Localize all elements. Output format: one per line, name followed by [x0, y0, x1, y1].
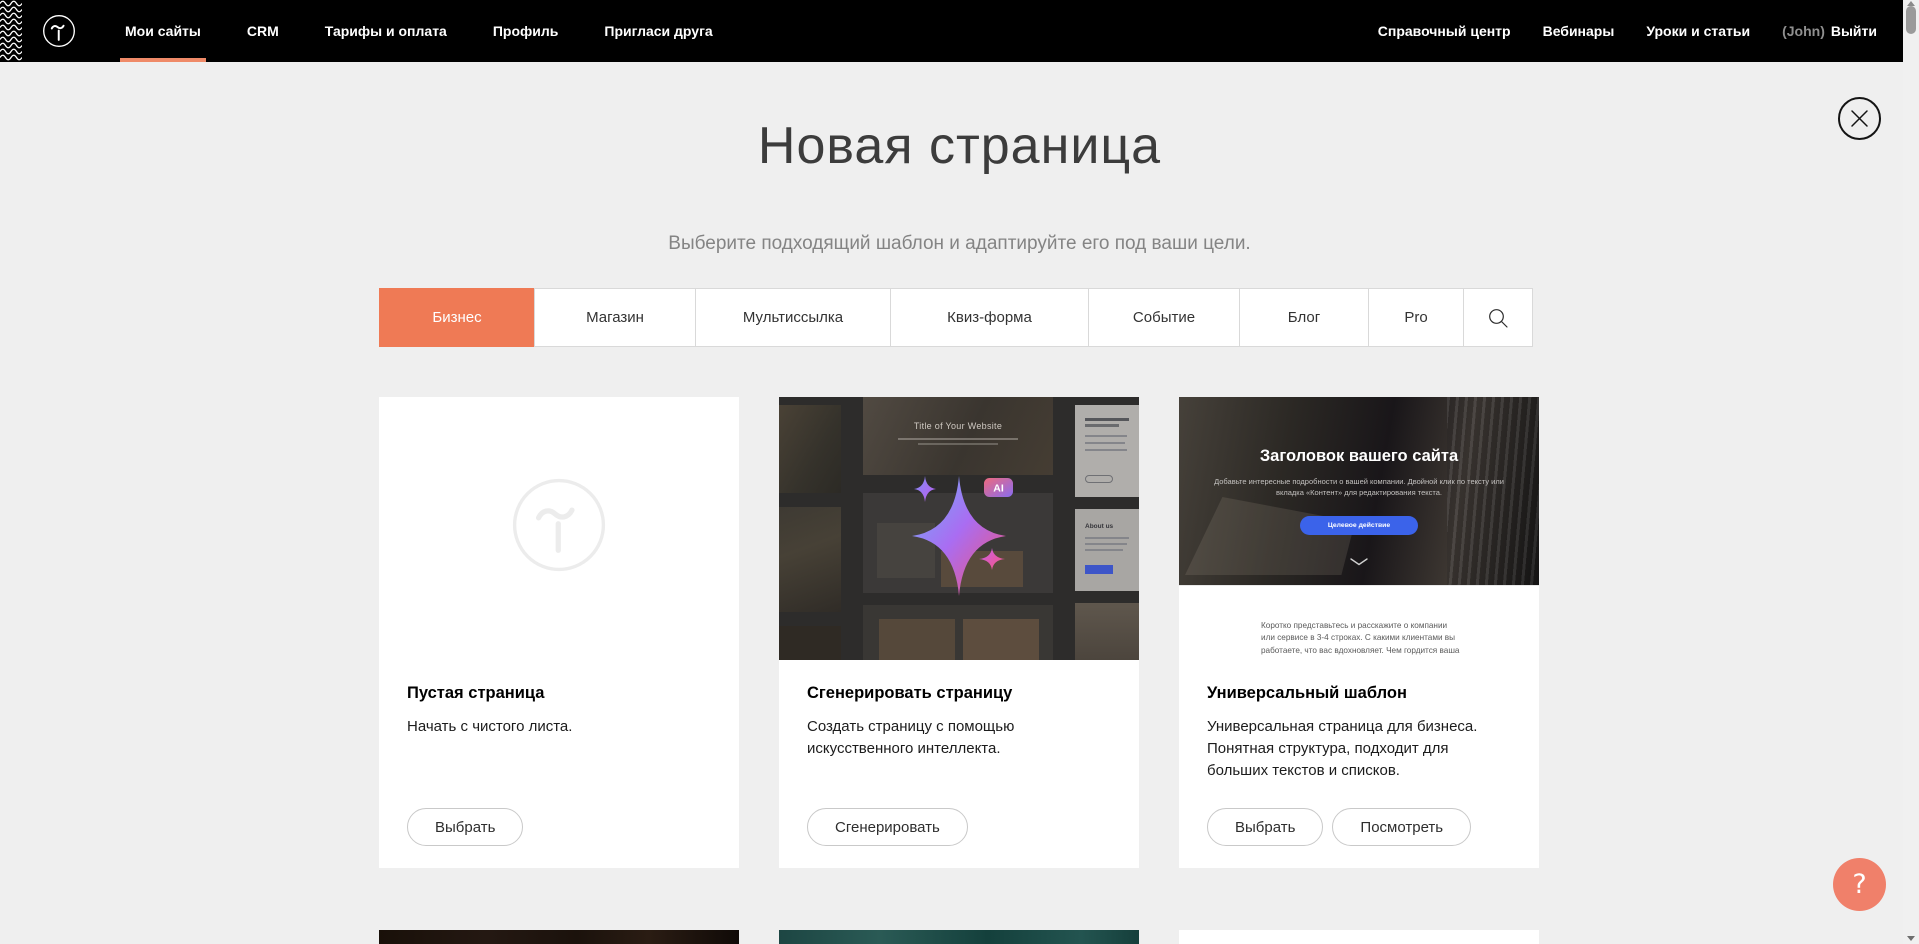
nav-item-lessons[interactable]: Уроки и статьи: [1630, 23, 1766, 39]
nav-item-my-sites[interactable]: Мои сайты: [102, 0, 224, 62]
tilda-logo-icon[interactable]: [42, 14, 76, 48]
page-scrollbar: [1903, 0, 1919, 944]
tab-event[interactable]: Событие: [1088, 288, 1240, 347]
navbar-right-menu: Справочный центр Вебинары Уроки и статьи…: [1362, 0, 1903, 62]
nav-item-invite-friend[interactable]: Пригласи друга: [581, 0, 735, 62]
scroll-down-arrow-icon[interactable]: [1907, 936, 1915, 941]
choose-button[interactable]: Выбрать: [407, 808, 523, 846]
question-mark-icon: ?: [1852, 869, 1866, 900]
template-hero: Заголовок вашего сайта Добавьте интересн…: [1179, 397, 1539, 585]
card-description: Создать страницу с помощью искусственног…: [807, 716, 1111, 760]
card-universal-template: Заголовок вашего сайта Добавьте интересн…: [1179, 397, 1539, 868]
card-next-row-2[interactable]: [779, 930, 1139, 944]
page-title: Новая страница: [0, 116, 1919, 176]
universal-template-preview[interactable]: Заголовок вашего сайта Добавьте интересн…: [1179, 397, 1539, 660]
template-cards-row-2: [379, 930, 1539, 944]
card-description: Универсальная страница для бизнеса. Поня…: [1207, 716, 1511, 782]
view-button[interactable]: Посмотреть: [1332, 808, 1471, 846]
template-cards-row: Пустая страница Начать с чистого листа. …: [379, 397, 1539, 868]
page-subtitle: Выберите подходящий шаблон и адаптируйте…: [0, 233, 1919, 255]
hero-title: Заголовок вашего сайта: [1179, 447, 1539, 466]
card-ai-generate: Title of Your Website About: [779, 397, 1139, 868]
search-icon: [1487, 307, 1509, 329]
tab-multilink[interactable]: Мультиссылка: [695, 288, 891, 347]
user-name-label: (John): [1782, 23, 1825, 39]
ai-sparkles-icon: AI: [779, 397, 1139, 660]
ai-generate-preview[interactable]: Title of Your Website About: [779, 397, 1139, 660]
card-blank-page: Пустая страница Начать с чистого листа. …: [379, 397, 739, 868]
top-navbar: Мои сайты CRM Тарифы и оплата Профиль Пр…: [0, 0, 1903, 62]
card-description: Начать с чистого листа.: [407, 716, 711, 738]
hero-cta-button: Целевое действие: [1300, 516, 1418, 535]
tilda-watermark-icon: [511, 477, 607, 573]
tab-business[interactable]: Бизнес: [379, 288, 535, 347]
navbar-left-menu: Мои сайты CRM Тарифы и оплата Профиль Пр…: [102, 0, 736, 62]
hero-photo-shape: [1185, 497, 1355, 575]
nav-item-logout[interactable]: (John) Выйти: [1766, 23, 1893, 39]
logout-label: Выйти: [1831, 23, 1877, 39]
generate-button[interactable]: Сгенерировать: [807, 808, 968, 846]
nav-item-tariffs[interactable]: Тарифы и оплата: [302, 0, 470, 62]
tab-blog[interactable]: Блог: [1239, 288, 1369, 347]
template-category-tabs: Бизнес Магазин Мультиссылка Квиз-форма С…: [379, 288, 1539, 347]
tab-store[interactable]: Магазин: [534, 288, 696, 347]
nav-item-crm[interactable]: CRM: [224, 0, 302, 62]
template-body-text: Коротко представьтесь и расскажите о ком…: [1261, 620, 1461, 660]
choose-button[interactable]: Выбрать: [1207, 808, 1323, 846]
nav-item-profile[interactable]: Профиль: [470, 0, 582, 62]
zigzag-pattern-icon: [0, 0, 22, 62]
card-title: Универсальный шаблон: [1207, 684, 1511, 703]
card-next-row-3[interactable]: [1179, 930, 1539, 944]
nav-item-webinars[interactable]: Вебинары: [1527, 23, 1631, 39]
help-button[interactable]: ?: [1833, 858, 1886, 911]
card-title: Сгенерировать страницу: [807, 684, 1111, 703]
tab-quiz-form[interactable]: Квиз-форма: [890, 288, 1089, 347]
template-body-section: Коротко представьтесь и расскажите о ком…: [1179, 585, 1539, 660]
card-title: Пустая страница: [407, 684, 711, 703]
nav-item-help-center[interactable]: Справочный центр: [1362, 23, 1527, 39]
tab-search[interactable]: [1463, 288, 1533, 347]
scrollbar-thumb[interactable]: [1906, 6, 1916, 34]
chevron-down-icon: [1349, 557, 1369, 566]
blank-page-preview[interactable]: [379, 397, 739, 660]
hero-subtitle: Добавьте интересные подробности о вашей …: [1209, 476, 1509, 498]
ai-badge-label: AI: [993, 483, 1004, 495]
tab-pro[interactable]: Pro: [1368, 288, 1464, 347]
card-next-row-1[interactable]: [379, 930, 739, 944]
